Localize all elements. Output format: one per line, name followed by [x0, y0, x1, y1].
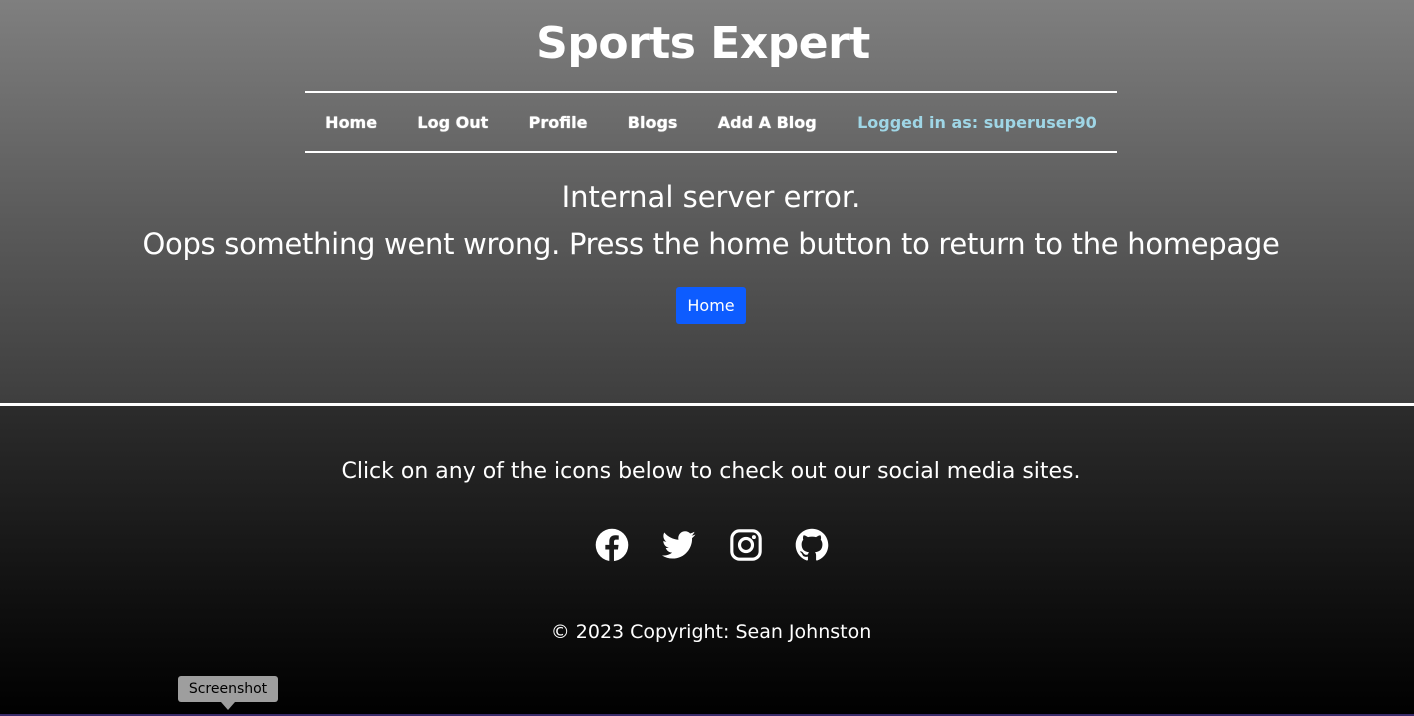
- github-icon[interactable]: [795, 528, 829, 562]
- footer: Click on any of the icons below to check…: [0, 406, 1414, 716]
- error-message: Oops something went wrong. Press the hom…: [142, 227, 1280, 261]
- nav-link-log-out[interactable]: Log Out: [417, 113, 488, 132]
- twitter-icon[interactable]: [662, 528, 696, 562]
- login-status: Logged in as: superuser90: [857, 112, 1097, 132]
- main-nav: Home Log Out Profile Blogs Add A Blog Lo…: [305, 91, 1117, 153]
- social-icons: [595, 528, 835, 562]
- facebook-icon[interactable]: [595, 528, 629, 562]
- nav-link-profile[interactable]: Profile: [529, 113, 588, 132]
- tooltip-arrow: [221, 702, 235, 710]
- home-button[interactable]: Home: [676, 287, 746, 324]
- screenshot-tooltip: Screenshot: [178, 676, 278, 702]
- nav-link-add-a-blog[interactable]: Add A Blog: [718, 113, 817, 132]
- site-title: Sports Expert: [536, 18, 870, 69]
- header-section: Sports Expert Home Log Out Profile Blogs…: [0, 0, 1414, 404]
- instagram-icon[interactable]: [729, 528, 763, 562]
- social-media-text: Click on any of the icons below to check…: [341, 459, 1081, 484]
- nav-link-blogs[interactable]: Blogs: [628, 113, 678, 132]
- nav-link-home[interactable]: Home: [325, 113, 377, 132]
- error-title: Internal server error.: [561, 180, 861, 214]
- copyright-text: © 2023 Copyright: Sean Johnston: [550, 621, 872, 643]
